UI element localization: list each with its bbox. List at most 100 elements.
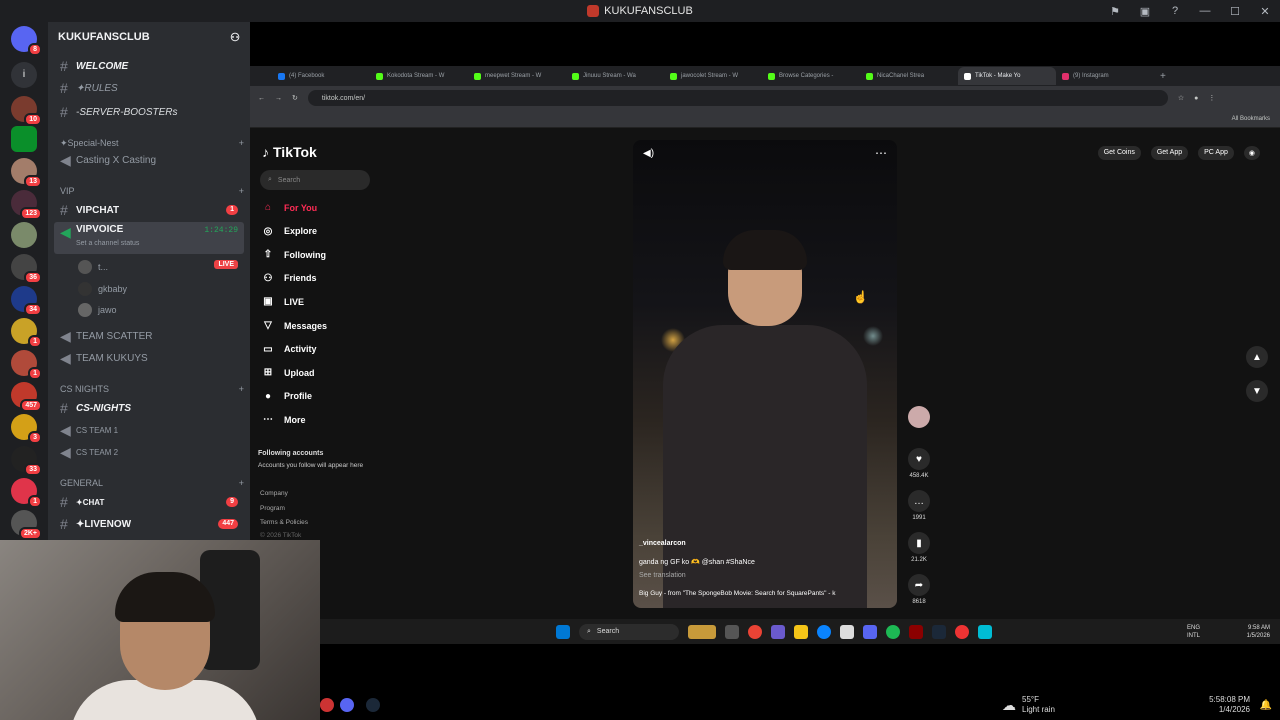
add-channel-icon[interactable]: +: [239, 384, 244, 394]
server-icon[interactable]: 123: [11, 190, 42, 220]
store-icon[interactable]: [840, 624, 854, 639]
user-avatar[interactable]: ◉: [1243, 146, 1260, 160]
url-input[interactable]: tiktok.com/en/: [307, 90, 1168, 106]
save-button[interactable]: ▮ 21.2K: [906, 532, 932, 563]
server-icon[interactable]: 3: [11, 414, 42, 444]
notification-icon[interactable]: 🔔: [1260, 700, 1272, 711]
category-special-nest[interactable]: ✦Special-Nest +: [54, 138, 244, 149]
server-icon[interactable]: 1: [11, 318, 42, 348]
weather-widget[interactable]: ☁ 55°F Light rain: [1002, 695, 1055, 715]
channel-boosters[interactable]: # -SERVER-BOOSTERs: [54, 102, 244, 122]
nav-item-for-you[interactable]: ⌂ For You: [262, 202, 317, 213]
discord-icon[interactable]: [863, 624, 877, 639]
voice-channel-vipvoice[interactable]: ◀ VIPVOICE 1:24:29 Set a channel status: [54, 222, 244, 254]
channel-welcome[interactable]: # WELCOME: [54, 56, 244, 76]
voice-user[interactable]: jawo: [78, 303, 117, 317]
tiktok-logo[interactable]: ♪ TikTok: [262, 144, 317, 160]
app-icon[interactable]: [955, 624, 969, 639]
browser-tab[interactable]: Jinuuu Stream - Wa: [566, 67, 664, 85]
creator-avatar[interactable]: [906, 406, 932, 431]
inner-clock[interactable]: 9:58 AM 1/5/2026: [1247, 624, 1270, 640]
voice-user[interactable]: t...: [78, 260, 108, 274]
minimize-button[interactable]: —: [1190, 5, 1220, 17]
category-vip[interactable]: VIP +: [54, 186, 244, 196]
flag-icon[interactable]: ⚑: [1100, 5, 1130, 18]
taskbar-search[interactable]: ⌕ Search: [579, 623, 679, 640]
nav-item-activity[interactable]: ▭ Activity: [262, 344, 316, 355]
browser-tab[interactable]: jawocolet Stream - W: [664, 67, 762, 85]
voice-channel-cs-team-2[interactable]: ◀ CS TEAM 2: [54, 442, 244, 462]
channel-chat[interactable]: # ✦CHAT 9: [54, 492, 244, 512]
footer-link[interactable]: Terms & Policies: [260, 519, 308, 526]
nav-item-following[interactable]: ⇧ Following: [262, 249, 326, 260]
server-icon[interactable]: 1: [11, 350, 42, 380]
add-channel-icon[interactable]: +: [239, 478, 244, 488]
voice-channel-team-scatter[interactable]: ◀ TEAM SCATTER: [54, 326, 244, 346]
reload-icon[interactable]: ↻: [292, 94, 298, 102]
server-icon[interactable]: 457: [11, 382, 42, 412]
server-icon[interactable]: 1: [11, 478, 42, 508]
chrome-icon[interactable]: [748, 624, 762, 639]
browser-tab[interactable]: meepwet Stream - W: [468, 67, 566, 85]
get-coins-button[interactable]: Get Coins: [1097, 146, 1141, 160]
browser-tab[interactable]: (4) Facebook: [272, 67, 370, 85]
nav-item-friends[interactable]: ⚇ Friends: [262, 273, 317, 284]
pc-app-button[interactable]: PC App: [1198, 146, 1234, 160]
category-general[interactable]: GENERAL +: [54, 478, 244, 488]
back-icon[interactable]: ←: [258, 95, 265, 102]
comment-button[interactable]: … 1991: [906, 490, 932, 521]
share-button[interactable]: ➦ 8618: [906, 574, 932, 605]
channel-status[interactable]: Set a channel status: [76, 240, 139, 247]
server-icon[interactable]: 13: [11, 158, 42, 188]
next-video-button[interactable]: ▼: [1246, 380, 1268, 402]
server-icon[interactable]: [11, 222, 37, 248]
maximize-button[interactable]: ☐: [1220, 5, 1250, 18]
video-player[interactable]: ◀) ⋯ _vincealarcon ganda ng GF ko 🫶 @sha…: [633, 140, 897, 608]
new-tab-button[interactable]: +: [1160, 71, 1166, 82]
nav-item-upload[interactable]: ⊞ Upload: [262, 367, 315, 378]
footer-link[interactable]: Company: [260, 490, 288, 497]
close-button[interactable]: ✕: [1250, 5, 1280, 18]
server-icon[interactable]: i: [11, 62, 37, 88]
steam-icon[interactable]: [932, 624, 946, 639]
nav-item-live[interactable]: ▣ LIVE: [262, 296, 304, 307]
like-button[interactable]: ♥ 458.4K: [906, 448, 932, 479]
voice-user[interactable]: gkbaby: [78, 282, 127, 296]
edge-icon[interactable]: [817, 624, 831, 639]
voice-channel-cs-team-1[interactable]: ◀ CS TEAM 1: [54, 420, 244, 440]
channel-vipchat[interactable]: # VIPCHAT 1: [54, 200, 244, 220]
task-view-icon[interactable]: [725, 624, 739, 639]
see-translation-link[interactable]: See translation: [639, 572, 686, 579]
forward-icon[interactable]: →: [275, 95, 282, 102]
server-icon[interactable]: 36: [11, 254, 42, 284]
nav-item-explore[interactable]: ◎ Explore: [262, 226, 317, 237]
search-input[interactable]: ⌕ Search: [260, 170, 370, 190]
browser-tab[interactable]: (9) Instagram: [1056, 67, 1154, 85]
browser-tab[interactable]: Browse Categories -: [762, 67, 860, 85]
video-music[interactable]: Big Guy - from "The SpongeBob Movie: Sea…: [639, 590, 835, 597]
volume-icon[interactable]: ◀): [643, 148, 654, 159]
steam-icon[interactable]: [366, 698, 380, 712]
language-indicator[interactable]: ENG INTL: [1187, 624, 1200, 640]
widget-icon[interactable]: [688, 624, 716, 639]
profile-icon[interactable]: ●: [1194, 95, 1198, 102]
add-channel-icon[interactable]: +: [239, 138, 244, 149]
kick-server-icon[interactable]: [11, 126, 37, 152]
menu-icon[interactable]: ⋮: [1208, 94, 1215, 102]
channel-cs-nights[interactable]: # CS-NIGHTS: [54, 398, 244, 418]
server-icon[interactable]: 33: [11, 446, 42, 476]
browser-tab[interactable]: Kokodota Stream - W: [370, 67, 468, 85]
outer-clock[interactable]: 5:58:08 PM 1/4/2026: [1209, 695, 1250, 715]
channel-livenow[interactable]: # ✦LIVENOW 447: [54, 514, 244, 534]
nav-item-more[interactable]: ⋯ More: [262, 414, 306, 425]
star-icon[interactable]: ☆: [1178, 94, 1184, 102]
help-icon[interactable]: ?: [1160, 5, 1190, 17]
server-icon[interactable]: 2K+: [11, 510, 42, 540]
inbox-icon[interactable]: ▣: [1130, 5, 1160, 18]
windows-start-icon[interactable]: [556, 624, 570, 639]
get-app-button[interactable]: Get App: [1150, 146, 1189, 160]
add-member-icon[interactable]: ⚇: [230, 31, 240, 44]
discord-icon[interactable]: [340, 698, 354, 712]
voice-channel-team-kukuys[interactable]: ◀ TEAM KUKUYS: [54, 348, 244, 368]
app-icon[interactable]: [320, 698, 334, 712]
